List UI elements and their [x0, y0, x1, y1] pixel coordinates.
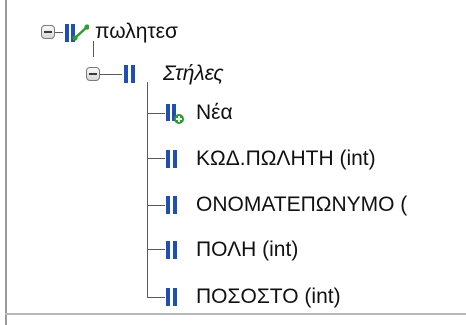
- connector-line: [93, 41, 94, 57]
- columns-folder-icon: [124, 65, 135, 83]
- collapse-toggle-table[interactable]: [41, 25, 55, 39]
- panel-border-bottom: [5, 313, 466, 315]
- table-label: πωλητεσ: [95, 20, 178, 43]
- connector-line: [147, 158, 165, 159]
- column-icon: [166, 288, 177, 306]
- connector-line: [147, 249, 165, 250]
- connector-line: [100, 74, 122, 75]
- new-column-icon: [166, 104, 184, 124]
- connector-line: [147, 82, 148, 298]
- connector-line: [147, 205, 165, 206]
- column-label: ΠΟΣΟΣΤΟ (int): [196, 285, 341, 308]
- column-icon: [166, 150, 177, 168]
- column-label: ΟΝΟΜΑΤΕΠΩΝΥΜΟ (: [196, 193, 408, 216]
- collapse-toggle-columns[interactable]: [86, 67, 100, 81]
- connector-line: [147, 113, 165, 114]
- panel-clip-right: [462, 0, 466, 313]
- column-label: ΠΟΛΗ (int): [196, 238, 299, 261]
- connector-line: [147, 297, 165, 298]
- column-label-new: Νέα: [196, 101, 233, 124]
- columns-folder-label: Στήλες: [163, 62, 224, 85]
- column-icon: [166, 196, 177, 214]
- column-icon: [166, 241, 177, 259]
- column-label: ΚΩΔ.ΠΩΛΗΤΗ (int): [196, 147, 376, 170]
- table-relation-icon: [65, 24, 89, 42]
- panel-border-left: [5, 0, 7, 325]
